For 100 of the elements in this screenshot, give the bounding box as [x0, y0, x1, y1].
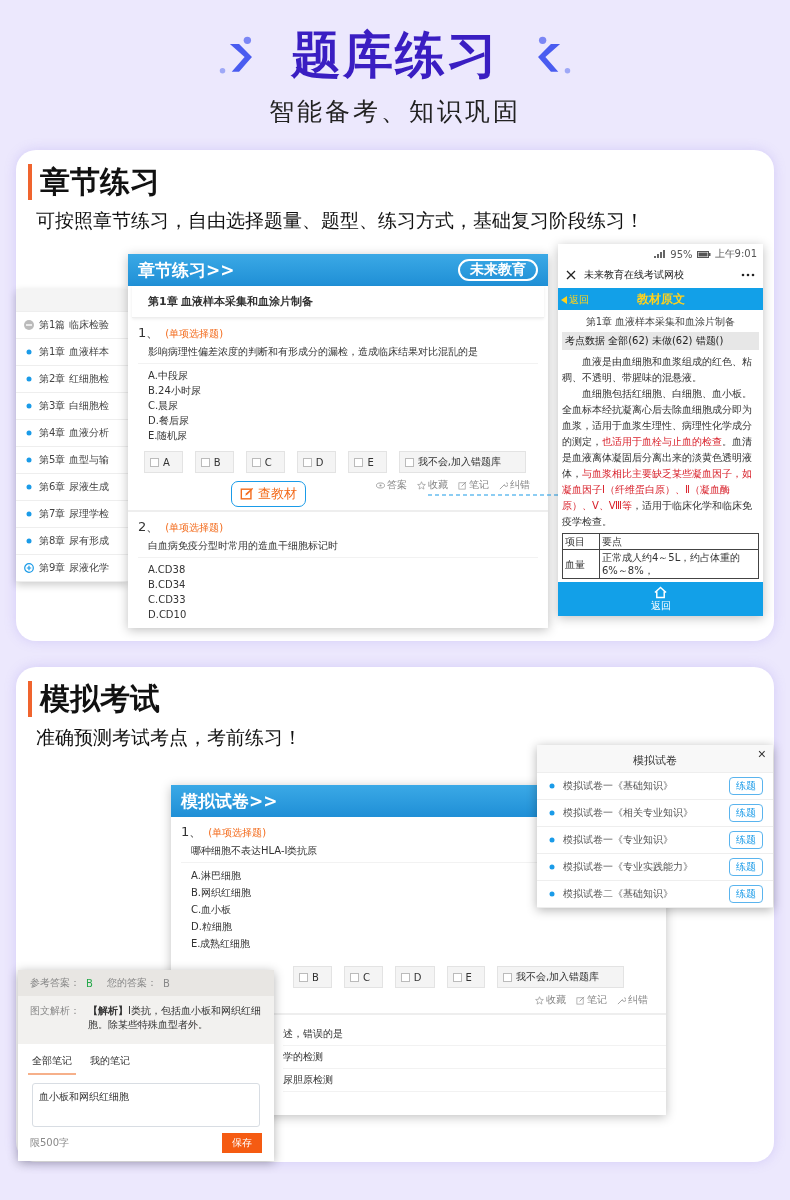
star-icon [417, 480, 426, 490]
add-to-wrong-button[interactable]: 我不会,加入错题库 [496, 966, 625, 988]
note-tab[interactable]: 全部笔记 [28, 1052, 76, 1075]
question-action[interactable]: 收藏 [417, 478, 448, 492]
section-description: 准确预测考试考点，考前练习！ [36, 725, 303, 750]
wrench-icon [617, 995, 626, 1005]
banner-title: 模拟试卷>> [181, 789, 278, 813]
bullet-icon [549, 810, 555, 816]
answer-choice[interactable]: B [194, 451, 234, 473]
banner-title: 章节练习>> [138, 258, 235, 282]
question-action[interactable]: 笔记 [458, 478, 489, 492]
question-action[interactable]: 纠错 [499, 478, 530, 492]
answer-choice[interactable]: C [245, 451, 285, 473]
paper-name: 模拟试卷一《相关专业知识》 [563, 806, 693, 820]
question-number: 1、 [181, 823, 203, 841]
eye-icon [376, 480, 385, 490]
note-field[interactable]: 血小板和网织红细胞 [32, 1083, 260, 1127]
analysis-text: 【解析】Ⅰ类抗，包括血小板和网织红细胞。除某些特殊血型者外。 [88, 1004, 262, 1032]
answer-choice[interactable]: E [348, 451, 387, 473]
answer-option: E.成熟红细胞 [191, 935, 251, 952]
bullet-icon [24, 428, 34, 438]
paragraph: 血细胞包括红细胞、白细胞、血小板。全血标本经抗凝离心后去除血细胞成分即为血浆，适用于血浆生理性、病理性化学成分的测定，也适用于血栓与止血的检查。血清是血液离体凝固后分离出来的淡黄色透明液体，与血浆相比主要缺乏某些凝血因子，如凝血因子Ⅰ（纤维蛋白原）、Ⅱ（凝血酶原）、Ⅴ、Ⅷ等，适用于临床化学和临床免疫学检查。 [561, 387, 753, 529]
answer-option: D.粒细胞 [191, 918, 232, 935]
char-limit: 限500字 [30, 1136, 70, 1150]
bullet-icon [24, 374, 34, 384]
question-text: 学的检测 [283, 1046, 666, 1069]
paper-name: 模拟试卷二《基础知识》 [563, 887, 673, 901]
close-icon[interactable] [566, 270, 576, 280]
bullet-icon [549, 891, 555, 897]
paper-name: 模拟试卷一《专业实践能力》 [563, 860, 693, 874]
answer-choice[interactable]: E [446, 966, 485, 988]
answer-label: 参考答案： [30, 976, 80, 990]
bullet-icon [549, 783, 555, 789]
question-text: 影响病理性偏差浓度的判断和有形成分的漏检，造成临床结果对比混乱的是 [138, 342, 538, 364]
answer-option: B.网织红细胞 [191, 884, 252, 901]
answer-choice[interactable]: A [144, 451, 183, 473]
section-title: 模拟考试 [28, 681, 774, 717]
answer-choice[interactable]: D [394, 966, 435, 988]
analysis-label: 图文解析： [30, 1004, 80, 1018]
answer-choice[interactable]: C [343, 966, 383, 988]
answer-option: D.CD10 [148, 607, 187, 622]
close-button[interactable]: × [754, 746, 769, 762]
answer-option: A.淋巴细胞 [191, 867, 241, 884]
answer-option: C.晨尿 [148, 398, 179, 413]
bullet-icon [549, 837, 555, 843]
question-text: 白血病免疫分型时常用的造血干细胞标记时 [138, 536, 538, 558]
question-type: (单项选择题) [208, 826, 267, 840]
table-header: 要点 [599, 533, 759, 550]
chapter-title: 第1章 血液样本采集和血涂片制备 [584, 315, 737, 329]
question-number: 1、 [138, 324, 160, 342]
page-title: 题库练习 [291, 25, 499, 86]
question-type: (单项选择题) [165, 521, 224, 535]
home-icon [653, 585, 668, 599]
app-title: 未来教育在线考试网校 [584, 268, 684, 282]
question-action[interactable]: 收藏 [535, 993, 566, 1007]
dialog-title: 模拟试卷 [633, 754, 677, 767]
more-icon[interactable] [741, 273, 755, 277]
bullet-icon [24, 455, 34, 465]
answer-option: B.24小时尿 [148, 383, 201, 398]
question-action[interactable]: 答案 [376, 478, 407, 492]
screen-title: 教材原文 [636, 290, 685, 308]
answer-option: A.CD38 [148, 562, 186, 577]
bullet-icon [24, 401, 34, 411]
edit-icon [240, 487, 254, 501]
question-number: 2、 [138, 518, 160, 536]
brand-label: 未来教育 [458, 259, 538, 281]
table-cell: 正常成人约4～5L，约占体重的6%～8%， [599, 549, 759, 579]
expand-icon[interactable] [24, 563, 34, 573]
answer-label: 您的答案： [106, 976, 157, 990]
question-action[interactable]: 笔记 [576, 993, 607, 1007]
signal-icon [654, 250, 667, 258]
section-description: 可按照章节练习，自由选择题量、题型、练习方式，基础复习阶段练习！ [36, 208, 645, 233]
bullet-icon [24, 536, 34, 546]
bullet-icon [24, 482, 34, 492]
table-header: 项目 [562, 533, 600, 550]
answer-option: B.CD34 [148, 577, 186, 592]
back-arrow-icon [561, 296, 567, 304]
answer-option: A.中段尿 [148, 368, 188, 383]
answer-choice[interactable]: D [296, 451, 337, 473]
answer-choice[interactable]: B [293, 966, 332, 988]
question-type: (单项选择题) [165, 327, 224, 341]
stats-bar: 考点数据 全部(62) 未做(62) 错题() [562, 332, 759, 350]
bullet-icon [24, 509, 34, 519]
answer-value: B [86, 977, 93, 989]
table-cell: 血量 [562, 549, 600, 579]
chapter-title: 第1章 血液样本采集和血涂片制备 [132, 286, 544, 318]
edit-icon [576, 995, 585, 1005]
add-to-wrong-button[interactable]: 我不会,加入错题库 [398, 451, 526, 473]
battery-level: 95% [670, 248, 693, 260]
battery-icon [696, 250, 711, 258]
answer-option: C.血小板 [191, 901, 232, 918]
wrench-icon [499, 480, 508, 490]
bullet-icon [24, 347, 34, 357]
section-title: 章节练习 [28, 164, 774, 200]
question-action[interactable]: 纠错 [617, 993, 648, 1007]
answer-option: C.CD33 [148, 592, 186, 607]
answer-option: D.餐后尿 [148, 413, 189, 428]
note-tab[interactable]: 我的笔记 [86, 1052, 134, 1075]
answer-option: E.随机尿 [148, 428, 188, 443]
page-subtitle: 智能备考、知识巩固 [269, 96, 521, 128]
